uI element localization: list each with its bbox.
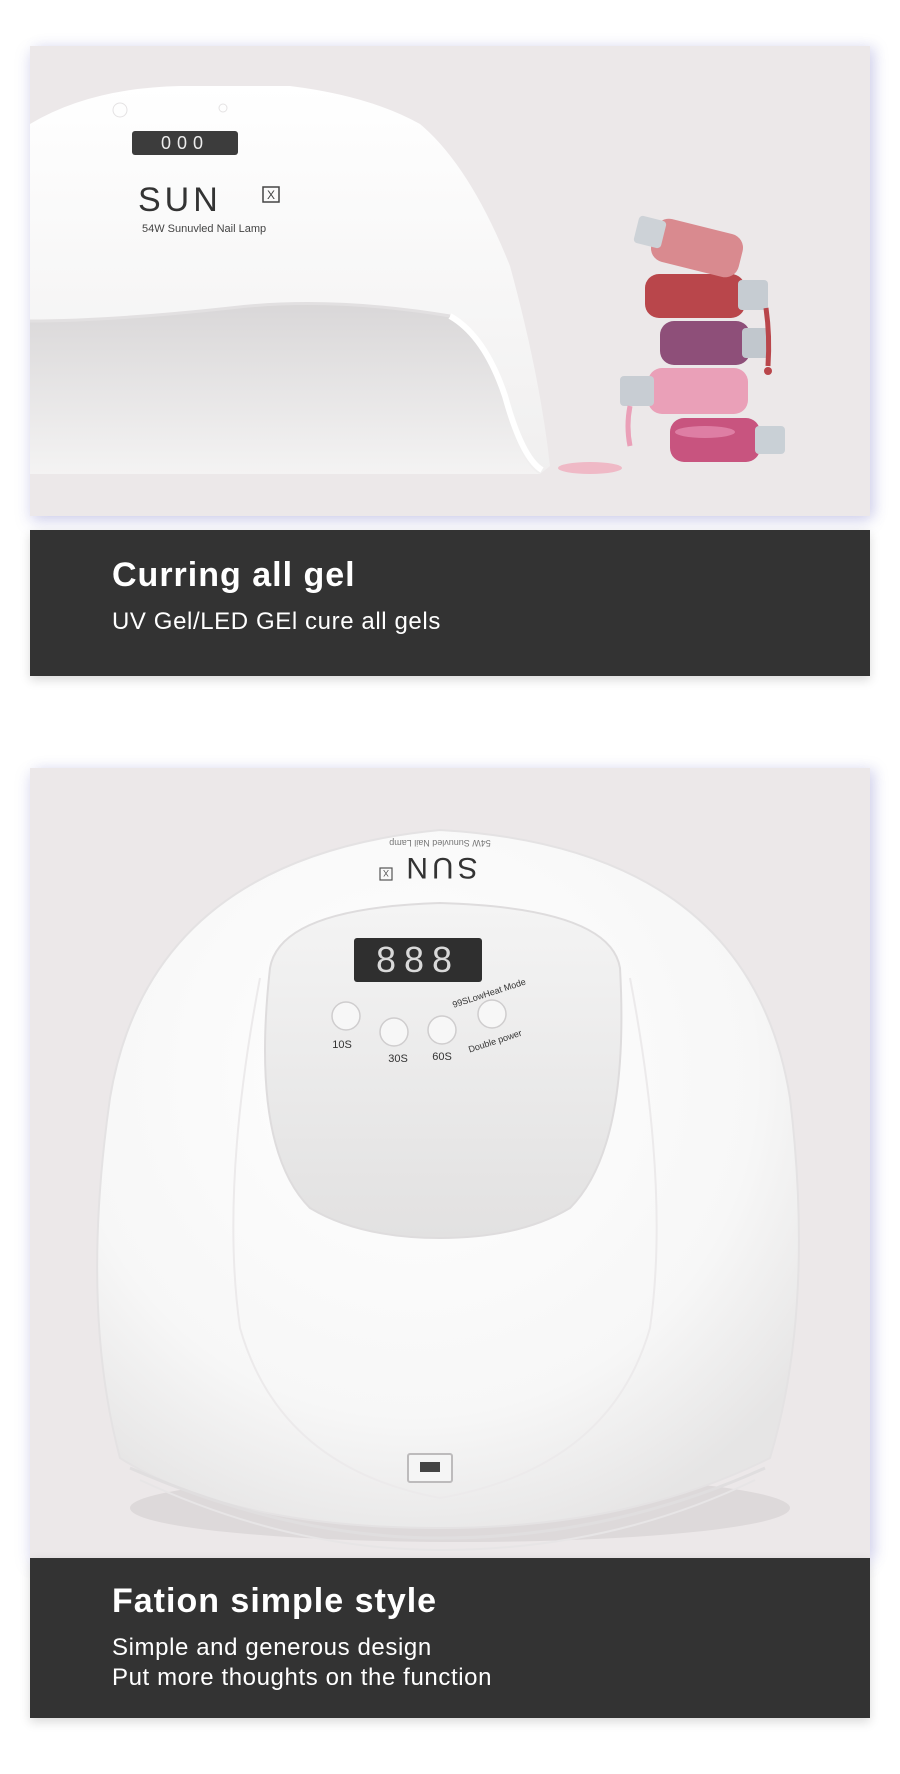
product-photo-top: SUN 54W Sunuvled Nail Lamp X 888 10S 30S… [30,768,870,1558]
caption-title: Curring all gel [112,556,356,594]
caption-subtitle: UV Gel/LED GEl cure all gels [112,608,441,635]
model-text: 54W Sunuvled Nail Lamp [142,223,266,235]
brand-logo: SUN [138,181,222,219]
brand-logo: SUN [402,851,477,884]
caption-band-curing: Curring all gel UV Gel/LED GEl cure all … [30,530,870,676]
brand-mark: X [383,868,389,878]
nail-polish-bottles [558,215,785,474]
caption-band-style: Fation simple style Simple and generous … [30,1558,870,1718]
model-text: 54W Sunuvled Nail Lamp [389,838,491,848]
caption-line-2: Put more thoughts on the function [112,1664,493,1691]
display-digits: 888 [376,939,460,980]
button-label: 10S [332,1039,352,1051]
caption-title: Fation simple style [112,1582,438,1620]
polish-bottle [660,321,770,365]
brand-mark: X [267,188,275,202]
section-curing: 000 SUN X 54W Sunuvled Nail Lamp Curring… [30,46,870,676]
button-label: 60S [432,1051,452,1063]
lamp-top-illustration: SUN 54W Sunuvled Nail Lamp X 888 10S 30S… [96,828,800,1552]
polish-bottle [670,418,785,462]
caption-line-1: Simple and generous design [112,1634,432,1661]
lamp-side-illustration: 000 SUN X 54W Sunuvled Nail Lamp [30,86,785,474]
display-digits: 000 [161,133,209,153]
polish-bottle [633,215,744,278]
product-photo-side: 000 SUN X 54W Sunuvled Nail Lamp [30,46,870,516]
section-style: SUN 54W Sunuvled Nail Lamp X 888 10S 30S… [30,768,870,1718]
button-label: 30S [388,1053,408,1065]
